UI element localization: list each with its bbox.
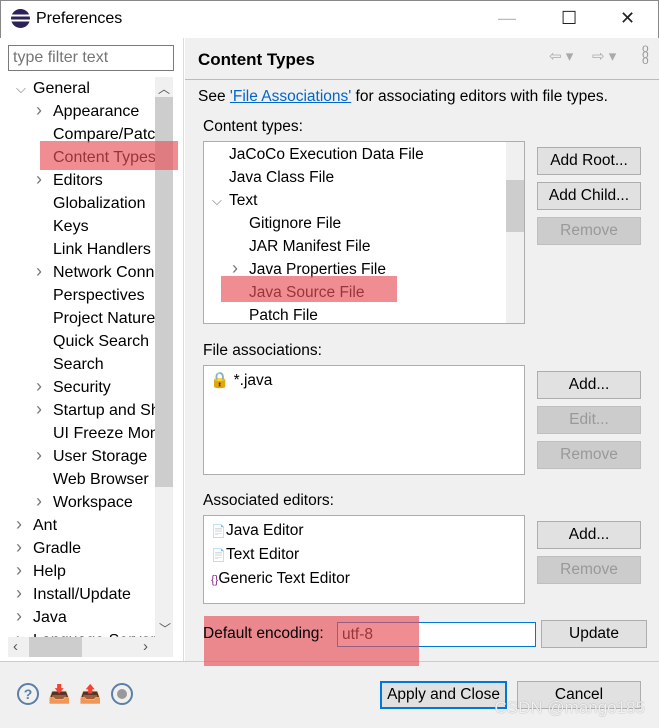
tree-item[interactable]: Link Handlers (53, 238, 155, 261)
list-item[interactable]: 📄Text Editor (211, 543, 299, 566)
content-type-item[interactable]: Gitignore File (249, 212, 341, 235)
tree-item[interactable]: Gradle (33, 537, 155, 560)
import-icon[interactable]: 📥 (48, 683, 70, 705)
editor-label: Text Editor (225, 546, 300, 563)
tree-item[interactable]: Ant (33, 514, 155, 537)
collapse-icon[interactable]: › (16, 514, 22, 535)
help-icon[interactable]: ? (17, 683, 39, 705)
content-type-item[interactable]: JAR Manifest File (249, 235, 370, 258)
tree-item[interactable]: UI Freeze Monitoring (53, 422, 155, 445)
content-type-item[interactable]: Text (229, 189, 257, 212)
content-type-item[interactable]: Patch File (249, 304, 318, 323)
tree-item[interactable]: Project Natures (53, 307, 155, 330)
editor-label: Generic Text Editor (218, 570, 350, 587)
intro-before: See (198, 88, 230, 105)
tree-item[interactable]: Startup and Shutdown (53, 399, 155, 422)
tree-item[interactable]: General (33, 77, 155, 100)
associated-editors-label: Associated editors: (203, 492, 334, 509)
record-icon[interactable] (111, 683, 133, 705)
collapse-icon[interactable]: › (16, 606, 22, 627)
collapse-icon[interactable]: › (36, 445, 42, 466)
tree-item[interactable]: Help (33, 560, 155, 583)
highlight-java-source (221, 276, 397, 302)
list-item[interactable]: 🔒 *.java (210, 369, 272, 392)
collapse-icon[interactable]: › (36, 261, 42, 282)
highlight-content-types (40, 141, 178, 170)
tree-item[interactable]: Web Browser (53, 468, 155, 491)
minimize-button[interactable]: — (498, 8, 516, 29)
add-child-button[interactable]: Add Child... (537, 182, 641, 210)
default-encoding-label: Default encoding: (203, 625, 324, 642)
tree-item[interactable]: Editors (53, 169, 155, 192)
scroll-down-icon[interactable]: ﹀ (159, 620, 171, 637)
editor-label: Java Editor (225, 522, 304, 539)
intro-text: See 'File Associations' for associating … (198, 88, 608, 106)
menu-icon[interactable]: ooo (642, 42, 649, 66)
add-association-button[interactable]: Add... (537, 371, 641, 399)
remove-editor-button[interactable]: Remove (537, 556, 641, 584)
tree-item[interactable]: User Storage (53, 445, 155, 468)
list-item[interactable]: {}Generic Text Editor (211, 567, 350, 590)
tree-item[interactable]: Install/Update (33, 583, 155, 606)
tree-item[interactable]: Keys (53, 215, 155, 238)
add-editor-button[interactable]: Add... (537, 521, 641, 549)
tree-item[interactable]: Network Connections (53, 261, 155, 284)
java-editor-icon: 📄 (211, 524, 226, 538)
lock-icon: 🔒 (210, 372, 230, 389)
tree-item[interactable]: Quick Search (53, 330, 155, 353)
filter-input[interactable] (8, 45, 174, 71)
window-title: Preferences (36, 10, 123, 27)
scroll-up-icon[interactable]: ︿ (158, 80, 170, 97)
collapse-icon[interactable]: › (36, 376, 42, 397)
collapse-icon[interactable]: › (36, 491, 42, 512)
back-icon[interactable]: ⇦ ▾ (549, 47, 573, 65)
collapse-icon[interactable]: › (16, 560, 22, 581)
association-label: *.java (233, 372, 273, 389)
close-button[interactable]: ✕ (620, 8, 635, 29)
tree-item[interactable]: Workspace (53, 491, 155, 514)
collapse-icon[interactable]: › (16, 537, 22, 558)
content-types-label: Content types: (203, 118, 303, 135)
maximize-button[interactable]: ☐ (561, 8, 577, 29)
content-types-scrollbar[interactable] (506, 142, 524, 323)
tree-item[interactable]: Perspectives (53, 284, 155, 307)
watermark: CSDN @mango185 (494, 698, 646, 717)
tree-horizontal-scrollbar[interactable]: ‹ › (8, 637, 173, 657)
text-editor-icon: 📄 (211, 548, 226, 562)
header-divider (185, 79, 659, 80)
collapse-icon[interactable]: › (16, 583, 22, 604)
list-item[interactable]: 📄Java Editor (211, 519, 304, 542)
expand-icon[interactable]: ⌵ (16, 81, 26, 97)
content-type-item[interactable]: Java Class File (229, 166, 334, 189)
tree-item[interactable]: Security (53, 376, 155, 399)
export-icon[interactable]: 📤 (79, 683, 101, 705)
apply-and-close-button[interactable]: Apply and Close (380, 681, 507, 709)
collapse-icon[interactable]: › (36, 100, 42, 121)
file-associations-link[interactable]: 'File Associations' (230, 88, 351, 105)
collapse-icon[interactable]: › (36, 169, 42, 190)
forward-icon[interactable]: ⇨ ▾ (592, 47, 616, 65)
page-title: Content Types (198, 50, 315, 69)
eclipse-logo-icon (11, 9, 30, 28)
edit-association-button[interactable]: Edit... (537, 406, 641, 434)
tree-item[interactable]: Globalization (53, 192, 155, 215)
file-associations-list[interactable]: 🔒 *.java (203, 365, 525, 475)
tree-item[interactable]: Java (33, 606, 155, 629)
remove-association-button[interactable]: Remove (537, 441, 641, 469)
update-button[interactable]: Update (541, 620, 647, 648)
expand-icon[interactable]: ⌵ (212, 193, 222, 209)
intro-after: for associating editors with file types. (351, 88, 608, 105)
collapse-icon[interactable]: › (36, 399, 42, 420)
tree-item[interactable]: Search (53, 353, 155, 376)
file-associations-label: File associations: (203, 342, 322, 359)
content-type-item[interactable]: JaCoCo Execution Data File (229, 143, 424, 166)
associated-editors-list[interactable]: 📄Java Editor 📄Text Editor {}Generic Text… (203, 515, 525, 604)
add-root-button[interactable]: Add Root... (537, 147, 641, 175)
remove-content-type-button[interactable]: Remove (537, 217, 641, 245)
tree-item[interactable]: Appearance (53, 100, 155, 123)
